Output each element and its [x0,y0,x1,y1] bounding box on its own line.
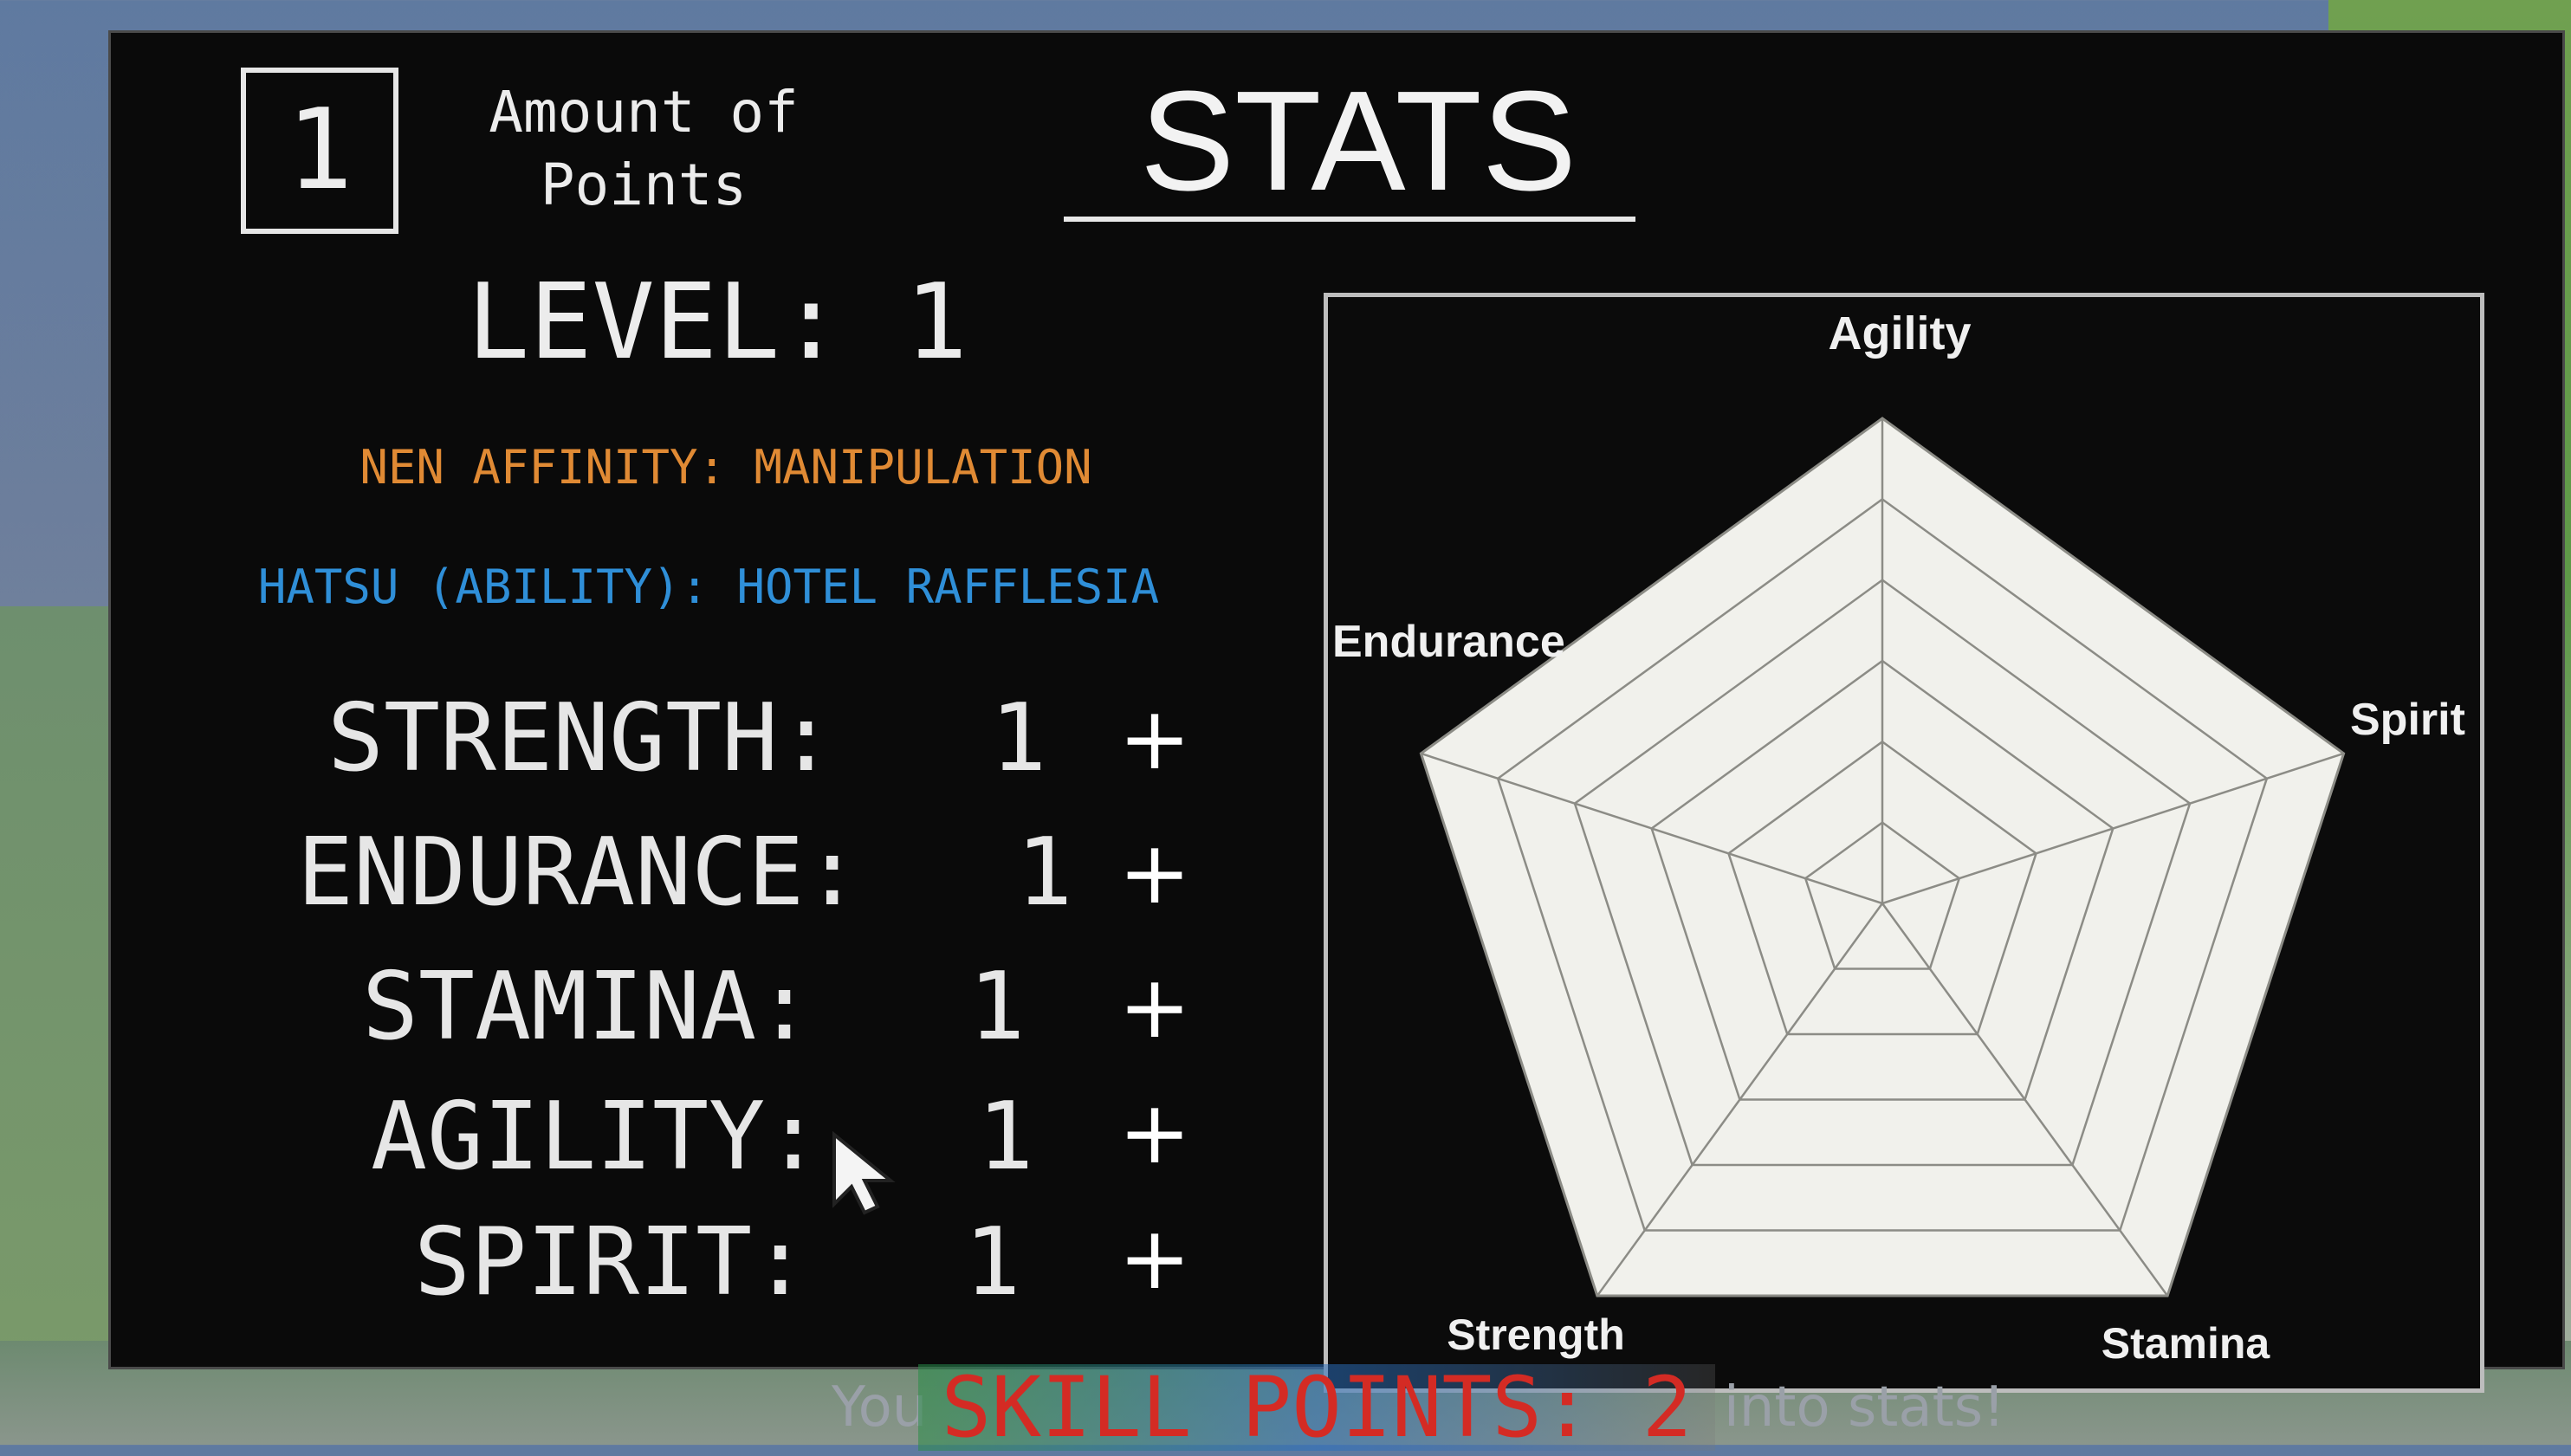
stamina-plus-button[interactable]: + [1111,964,1198,1051]
radar-label-strength: Strength [1447,1310,1625,1359]
radar-label-spirit: Spirit [2350,695,2465,745]
stat-spirit: SPIRIT: 1 [414,1211,1020,1315]
stat-endurance-value: 1 [1016,819,1073,927]
radar-label-stamina: Stamina [2101,1319,2271,1368]
stat-stamina: STAMINA: 1 [362,955,1025,1059]
radar-grid [1419,417,2346,1297]
stat-strength-label: STRENGTH: [327,684,835,793]
points-amount-label: Amount of Points [489,79,799,218]
agility-plus-button[interactable]: + [1111,1090,1198,1176]
spirit-plus-button[interactable]: + [1111,1215,1198,1302]
endurance-plus-button[interactable]: + [1111,830,1198,916]
radar-chart-frame: Agility Endurance Spirit Strength Stamin… [1324,293,2484,1393]
skill-points-text: SKILL POINTS: 2 [918,1364,1715,1451]
radar-label-endurance: Endurance [1332,617,1565,667]
stats-panel: 1 Amount of Points STATS LEVEL: 1 NEN AF… [108,30,2565,1393]
page-title: STATS [1139,61,1577,220]
stat-agility-value: 1 [977,1083,1034,1191]
radar-chart: Agility Endurance Spirit Strength Stamin… [1332,307,2465,1368]
stat-spirit-value: 1 [964,1208,1021,1317]
nen-affinity-text: NEN AFFINITY: MANIPULATION [359,440,1092,495]
points-amount-box: 1 [241,68,398,234]
stat-endurance-label: ENDURANCE: [297,819,861,927]
background-left [0,606,121,1386]
hatsu-ability-text: HATSU (ABILITY): HOTEL RAFFLESIA [257,560,1160,614]
mouse-cursor-icon [832,1130,896,1215]
hint-text-left: You [832,1375,928,1440]
stat-agility-label: AGILITY: [371,1083,822,1191]
stat-agility: AGILITY: 1 [371,1085,1033,1189]
stat-strength: STRENGTH: 1 [327,687,1046,791]
strength-plus-button[interactable]: + [1111,696,1198,782]
title-underline [1064,217,1635,222]
radar-label-agility: Agility [1828,307,1971,359]
level-text: LEVEL: 1 [467,262,968,383]
stat-stamina-label: STAMINA: [362,953,813,1061]
hint-text-right: into stats! [1724,1375,2005,1440]
stat-spirit-label: SPIRIT: [414,1208,809,1317]
stat-strength-value: 1 [990,684,1047,793]
stat-stamina-value: 1 [968,953,1026,1061]
stat-endurance: ENDURANCE: 1 [297,821,1072,925]
